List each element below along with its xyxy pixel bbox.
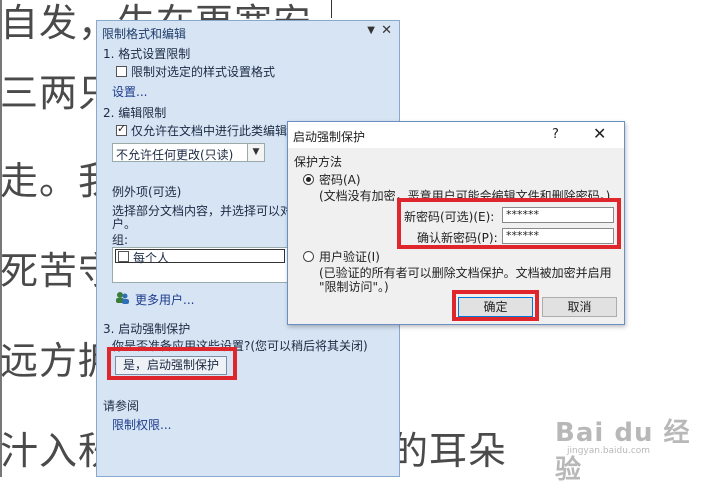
text-cursor xyxy=(331,0,332,18)
user-auth-radio-label: 用户验证(I) xyxy=(319,250,380,264)
edit-type-value: 不允许任何更改(只读) xyxy=(116,148,234,162)
group-list[interactable]: 每个人 xyxy=(112,247,298,283)
format-restrict-checkbox[interactable] xyxy=(116,66,127,77)
cancel-button[interactable]: 取消 xyxy=(542,297,617,317)
close-icon[interactable]: ✕ xyxy=(593,124,606,143)
section3-heading: 3. 启动强制保护 xyxy=(103,322,191,336)
format-restrict-label: 限制对选定的样式设置格式 xyxy=(131,65,276,79)
user-auth-radio[interactable] xyxy=(303,251,314,262)
users-icon xyxy=(116,292,129,304)
section2-heading: 2. 编辑限制 xyxy=(103,106,167,120)
edit-restrict-checkbox[interactable] xyxy=(116,122,127,136)
more-users-link[interactable]: 更多用户... xyxy=(135,291,194,308)
section1-heading: 1. 格式设置限制 xyxy=(103,47,191,61)
group-item-label: 每个人 xyxy=(133,251,170,265)
dialog-title: 启动强制保护 xyxy=(293,130,366,144)
everyone-checkbox[interactable] xyxy=(118,251,129,262)
help-icon[interactable]: ? xyxy=(552,127,559,142)
pane-menu-icon[interactable]: ▼ xyxy=(367,25,375,36)
group-item-everyone[interactable]: 每个人 xyxy=(115,249,285,265)
password-radio[interactable] xyxy=(303,174,314,185)
user-auth-desc-2: "限制访问"。) xyxy=(319,280,389,294)
pane-title: 限制格式和编辑 xyxy=(102,27,187,41)
highlight-ok-button xyxy=(452,290,539,321)
restrict-permission-link[interactable]: 限制权限... xyxy=(112,416,171,433)
format-settings-link[interactable]: 设置... xyxy=(112,83,147,100)
exceptions-desc-1: 选择部分文档内容，并选择可以对 xyxy=(112,204,293,218)
edit-type-select[interactable]: 不允许任何更改(只读) ▼ xyxy=(112,143,265,162)
exceptions-heading: 例外项(可选) xyxy=(112,185,182,199)
watermark-url: jingyan.baidu.com xyxy=(567,446,651,456)
password-radio-label: 密码(A) xyxy=(319,173,361,187)
highlight-password-fields xyxy=(397,198,621,249)
chevron-down-icon[interactable]: ▼ xyxy=(247,144,264,161)
see-also-heading: 请参阅 xyxy=(103,399,140,413)
pane-close-icon[interactable]: ✕ xyxy=(381,23,392,38)
group-label: 组: xyxy=(112,233,129,247)
edit-restrict-label: 仅允许在文档中进行此类编辑 xyxy=(131,124,288,138)
protect-method-label: 保护方法 xyxy=(294,155,343,169)
exceptions-desc-2: 户。 xyxy=(112,217,137,231)
baidu-jingyan-watermark: Bai du 经验 jingyan.baidu.com xyxy=(555,412,717,486)
highlight-start-button xyxy=(107,347,237,380)
